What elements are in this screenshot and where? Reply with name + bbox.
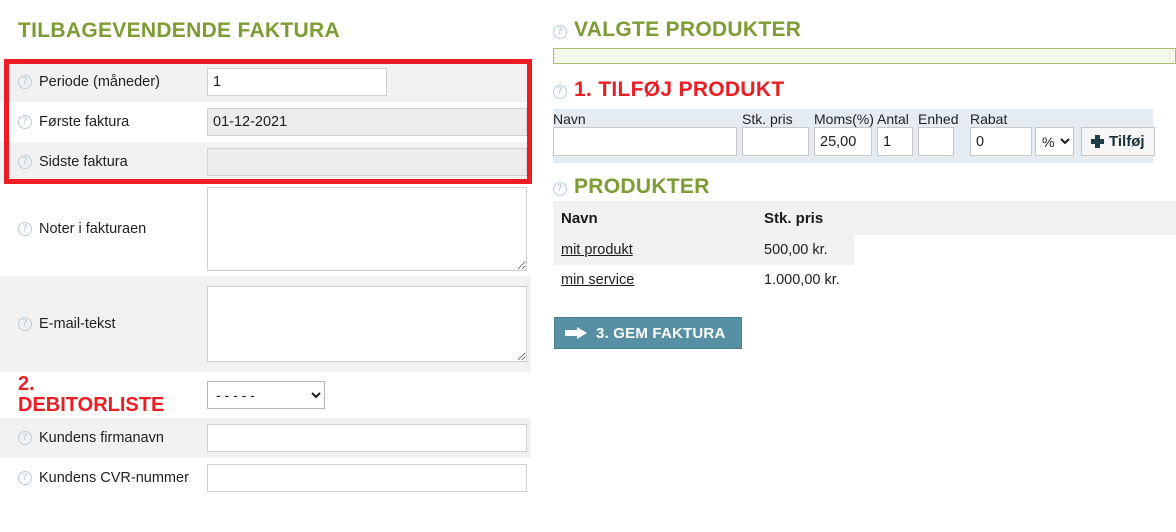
label-email-tekst: ? E-mail-tekst [0,316,207,332]
sidste-faktura-input[interactable] [207,148,527,176]
column-header-pris: Stk. pris [756,201,854,235]
field-row-foerste-faktura: ? Første faktura [0,102,531,142]
field-row-periode: ? Periode (måneder) [0,62,531,102]
field-row-cvr: ? Kundens CVR-nummer [0,458,531,498]
add-product-toolbar: Navn Stk. pris Moms(%) Antal Enhed Rabat… [553,109,1155,163]
table-header-row: Navn Stk. pris [553,201,1176,235]
help-icon[interactable]: ? [18,222,32,236]
field-row-firmanavn: ? Kundens firmanavn [0,418,531,458]
product-price-cell: 500,00 kr. [756,235,854,265]
debtor-title-line1: 2. [18,373,35,395]
discount-unit-select[interactable]: % [1035,127,1074,156]
debtor-list-section: 2. DEBITORLISTE - - - - - [0,372,531,418]
products-heading: ? PRODUKTER [553,175,1176,199]
add-product-button[interactable]: Tilføj [1081,127,1155,156]
quantity-input[interactable] [877,127,913,156]
products-title: PRODUKTER [574,175,710,198]
help-icon[interactable]: ? [18,115,32,129]
noter-textarea[interactable] [207,187,527,271]
unit-input[interactable] [918,127,954,156]
add-product-title: 1. TILFØJ PRODUKT [574,78,785,101]
selected-products-empty-bar [553,48,1176,64]
foerste-faktura-input[interactable] [207,108,527,136]
email-tekst-textarea[interactable] [207,286,527,362]
debtor-list-title: 2. DEBITORLISTE [0,374,207,416]
label-cvr-nummer: ? Kundens CVR-nummer [0,470,207,486]
recurring-invoice-panel: TILBAGEVENDENDE FAKTURA ? Periode (måned… [0,0,532,532]
page-title: TILBAGEVENDENDE FAKTURA [18,19,340,42]
products-panel: ? VALGTE PRODUKTER ? 1. TILFØJ PRODUKT N… [553,0,1176,532]
firmanavn-input[interactable] [207,424,527,452]
header-antal: Antal [877,111,909,127]
invoice-form-page: TILBAGEVENDENDE FAKTURA ? Periode (måned… [0,0,1176,532]
table-row[interactable]: min service 1.000,00 kr. [553,265,1176,295]
debtor-select[interactable]: - - - - - [207,381,325,409]
field-row-email-tekst: ? E-mail-tekst [0,276,531,372]
help-icon[interactable]: ? [18,471,32,485]
add-product-fields: % Tilføj [553,127,1155,156]
field-label: Periode (måneder) [39,74,160,90]
header-enhed: Enhed [918,111,959,127]
header-moms: Moms(%) [814,111,874,127]
label-noter: ? Noter i fakturaen [0,221,207,237]
header-pris: Stk. pris [742,111,793,127]
column-header-spacer [854,201,1176,235]
periode-input[interactable] [207,68,387,96]
selected-products-heading: ? VALGTE PRODUKTER [553,18,1176,42]
field-label: Sidste faktura [39,154,128,170]
field-label: E-mail-tekst [39,316,116,332]
add-product-heading: ? 1. TILFØJ PRODUKT [553,78,1176,102]
table-row[interactable]: mit produkt 500,00 kr. [553,235,1176,265]
help-icon[interactable]: ? [18,317,32,331]
help-icon[interactable]: ? [18,75,32,89]
selected-products-title: VALGTE PRODUKTER [574,18,802,41]
vat-input[interactable] [814,127,872,156]
help-icon[interactable]: ? [553,84,567,99]
product-name-cell: min service [553,265,756,295]
product-link[interactable]: min service [561,272,634,288]
product-name-input[interactable] [553,127,737,156]
label-sidste-faktura: ? Sidste faktura [0,154,207,170]
field-label: Kundens firmanavn [39,430,164,446]
debtor-title-line2: DEBITORLISTE [18,394,165,416]
arrow-right-icon [565,327,587,339]
save-invoice-button-label: 3. GEM FAKTURA [596,324,726,342]
help-icon[interactable]: ? [18,431,32,445]
product-price-cell: 1.000,00 kr. [764,272,840,288]
label-periode: ? Periode (måneder) [0,74,207,90]
product-link[interactable]: mit produkt [561,242,633,258]
unit-price-input[interactable] [742,127,809,156]
header-navn: Navn [553,111,586,127]
products-table: Navn Stk. pris mit produkt 500,00 kr. mi… [553,201,1176,295]
discount-input[interactable] [970,127,1032,156]
product-spacer-cell [854,265,1176,295]
add-product-column-headers: Navn Stk. pris Moms(%) Antal Enhed Rabat [553,109,1149,127]
plus-icon [1091,135,1104,148]
recurring-invoice-form: ? Periode (måneder) ? Første faktura [0,62,531,498]
label-foerste-faktura: ? Første faktura [0,114,207,130]
help-icon[interactable]: ? [553,24,567,39]
column-header-navn: Navn [553,201,756,235]
header-rabat: Rabat [970,111,1008,127]
add-product-button-label: Tilføj [1109,133,1145,150]
product-name-cell: mit produkt [553,235,756,265]
help-icon[interactable]: ? [18,155,32,169]
field-label: Noter i fakturaen [39,221,147,237]
field-row-sidste-faktura: ? Sidste faktura [0,142,531,182]
cvr-nummer-input[interactable] [207,464,527,492]
save-invoice-button[interactable]: 3. GEM FAKTURA [554,317,743,349]
field-row-noter: ? Noter i fakturaen [0,182,531,276]
label-firmanavn: ? Kundens firmanavn [0,430,207,446]
help-icon[interactable]: ? [553,181,567,196]
field-label: Kundens CVR-nummer [39,470,189,486]
product-spacer-cell [854,235,1176,265]
field-label: Første faktura [39,114,130,130]
